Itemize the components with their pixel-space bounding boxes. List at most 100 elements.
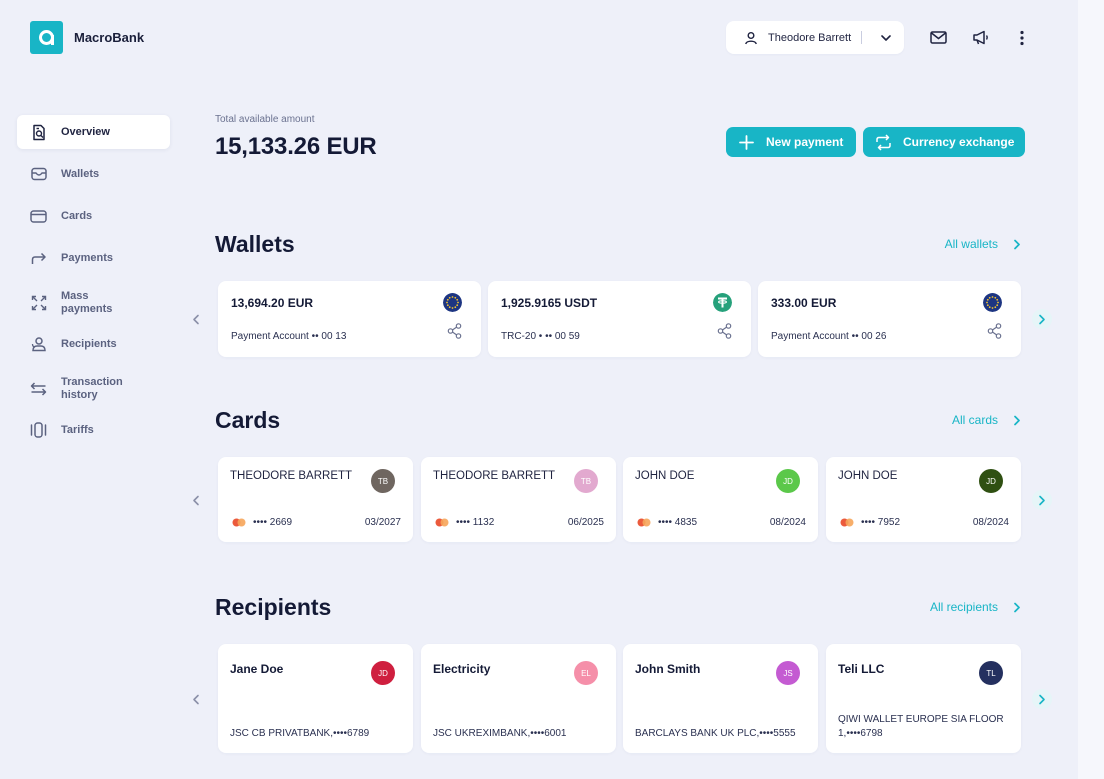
share-icon[interactable] <box>447 323 462 339</box>
recipient-bank-account: JSC UKREXIMBANK,••••6001 <box>433 728 567 739</box>
recipient-name: Electricity <box>433 662 491 676</box>
wallet-card[interactable]: 1,925.9165 USDT TRC-20 • •• 00 59 <box>488 281 751 357</box>
wallets-prev-button[interactable] <box>186 309 206 329</box>
recipient-avatar: EL <box>574 661 598 685</box>
mastercard-icon <box>637 518 651 527</box>
megaphone-icon <box>972 30 988 45</box>
chevron-right-icon <box>1010 600 1024 614</box>
mail-button[interactable] <box>926 26 950 50</box>
chevron-down-icon[interactable] <box>880 32 892 44</box>
chevron-right-icon <box>1039 495 1045 505</box>
mass-payments-icon <box>30 295 47 312</box>
all-cards-label: All cards <box>951 413 998 427</box>
currency-exchange-button[interactable]: Currency exchange <box>863 127 1025 157</box>
payment-card[interactable]: THEODORE BARRETT TB •••• 1132 06/2025 <box>421 457 616 542</box>
wallet-account: Payment Account •• 00 26 <box>771 331 887 342</box>
user-chip-divider <box>861 31 863 44</box>
chevron-right-icon <box>1010 237 1024 251</box>
announcements-button[interactable] <box>968 26 992 50</box>
card-expiry: 08/2024 <box>769 517 806 528</box>
recipient-name: John Smith <box>635 662 701 676</box>
sidebar-item-label: Cards <box>61 209 93 222</box>
sidebar-item-tariffs[interactable]: Tariffs <box>17 413 170 447</box>
payment-card[interactable]: THEODORE BARRETT TB •••• 2669 03/2027 <box>218 457 413 542</box>
more-vertical-icon <box>1020 30 1024 45</box>
recipient-name: Teli LLC <box>838 662 885 676</box>
all-wallets-link[interactable]: All wallets <box>945 237 1024 251</box>
recipient-card[interactable]: Jane Doe JD JSC CB PRIVATBANK,••••6789 <box>218 644 413 753</box>
share-icon[interactable] <box>717 323 732 339</box>
share-icon[interactable] <box>987 323 1002 339</box>
sidebar-item-transaction-history[interactable]: Transaction history <box>17 369 170 409</box>
chevron-right-icon <box>1039 694 1045 704</box>
sidebar-item-label: Tariffs <box>61 423 94 436</box>
card-holder-name: THEODORE BARRETT <box>433 470 556 482</box>
new-payment-label: New payment <box>766 135 844 149</box>
mastercard-icon <box>232 518 246 527</box>
wallets-next-button[interactable] <box>1032 309 1052 329</box>
card-number-masked: •••• 2669 <box>253 517 293 528</box>
payment-card[interactable]: JOHN DOE JD •••• 4835 08/2024 <box>623 457 818 542</box>
card-number-masked: •••• 4835 <box>658 517 698 528</box>
sidebar-item-overview[interactable]: Overview <box>17 115 170 149</box>
sidebar-item-label: Wallets <box>61 167 100 180</box>
sidebar-item-label: Transaction history <box>61 376 123 401</box>
recipient-card[interactable]: Teli LLC TL QIWI WALLET EUROPE SIA FLOOR… <box>826 644 1021 753</box>
eur-icon <box>443 293 462 312</box>
more-options-button[interactable] <box>1010 26 1034 50</box>
macrobank-logo-icon <box>30 21 63 54</box>
cards-prev-button[interactable] <box>186 490 206 510</box>
total-available-amount: 15,133.26 EUR <box>215 133 377 160</box>
user-menu-button[interactable]: Theodore Barrett <box>726 21 904 54</box>
sidebar-item-label: Mass payments <box>61 290 113 315</box>
chevron-left-icon <box>193 495 199 505</box>
chevron-left-icon <box>193 694 199 704</box>
wallet-amount: 1,925.9165 USDT <box>501 296 598 310</box>
wallet-amount: 333.00 EUR <box>771 296 837 310</box>
sidebar-item-mass-payments[interactable]: Mass payments <box>17 283 170 323</box>
usdt-icon <box>713 293 732 312</box>
new-payment-button[interactable]: New payment <box>726 127 856 157</box>
card-holder-avatar: TB <box>574 469 598 493</box>
card-holder-avatar: TB <box>371 469 395 493</box>
sidebar-item-wallets[interactable]: Wallets <box>17 157 170 191</box>
recipients-prev-button[interactable] <box>186 689 206 709</box>
total-available-label: Total available amount <box>215 114 315 125</box>
recipients-next-button[interactable] <box>1032 689 1052 709</box>
payment-card[interactable]: JOHN DOE JD •••• 7952 08/2024 <box>826 457 1021 542</box>
sidebar-item-recipients[interactable]: Recipients <box>17 327 170 361</box>
card-number-masked: •••• 1132 <box>456 517 495 528</box>
mail-icon <box>929 31 947 44</box>
card-expiry: 08/2024 <box>972 517 1009 528</box>
wallet-amount: 13,694.20 EUR <box>231 296 314 310</box>
wallet-icon <box>30 166 47 183</box>
all-recipients-link[interactable]: All recipients <box>930 600 1024 614</box>
payments-arrow-icon <box>30 250 47 267</box>
wallet-card[interactable]: 13,694.20 EUR Payment Account •• 00 13 <box>218 281 481 357</box>
sidebar-item-cards[interactable]: Cards <box>17 199 170 233</box>
wallet-account: TRC-20 • •• 00 59 <box>501 331 580 342</box>
card-holder-name: THEODORE BARRETT <box>230 470 353 482</box>
app-logo[interactable]: MacroBank <box>30 21 144 54</box>
sidebar-nav: Overview Wallets Cards Payments Mass pay… <box>17 115 170 455</box>
sidebar-item-label: Payments <box>61 251 113 264</box>
overview-icon <box>30 124 47 141</box>
recipient-card[interactable]: John Smith JS BARCLAYS BANK UK PLC,••••5… <box>623 644 818 753</box>
chevron-right-icon <box>1039 314 1045 324</box>
wallet-card[interactable]: 333.00 EUR Payment Account •• 00 26 <box>758 281 1021 357</box>
card-number-masked: •••• 7952 <box>861 517 901 528</box>
transaction-history-icon <box>30 381 47 398</box>
recipient-card[interactable]: Electricity EL JSC UKREXIMBANK,••••6001 <box>421 644 616 753</box>
all-recipients-label: All recipients <box>929 600 998 614</box>
recipient-avatar: JD <box>371 661 395 685</box>
card-expiry: 06/2025 <box>567 517 604 528</box>
recipient-bank-account: JSC CB PRIVATBANK,••••6789 <box>230 728 370 739</box>
wallet-account: Payment Account •• 00 13 <box>231 331 347 342</box>
plus-icon <box>738 134 755 151</box>
all-wallets-label: All wallets <box>944 237 998 251</box>
sidebar-item-payments[interactable]: Payments <box>17 241 170 275</box>
cards-next-button[interactable] <box>1032 490 1052 510</box>
mastercard-icon <box>435 518 449 527</box>
all-cards-link[interactable]: All cards <box>952 413 1024 427</box>
currency-exchange-icon <box>875 133 892 151</box>
